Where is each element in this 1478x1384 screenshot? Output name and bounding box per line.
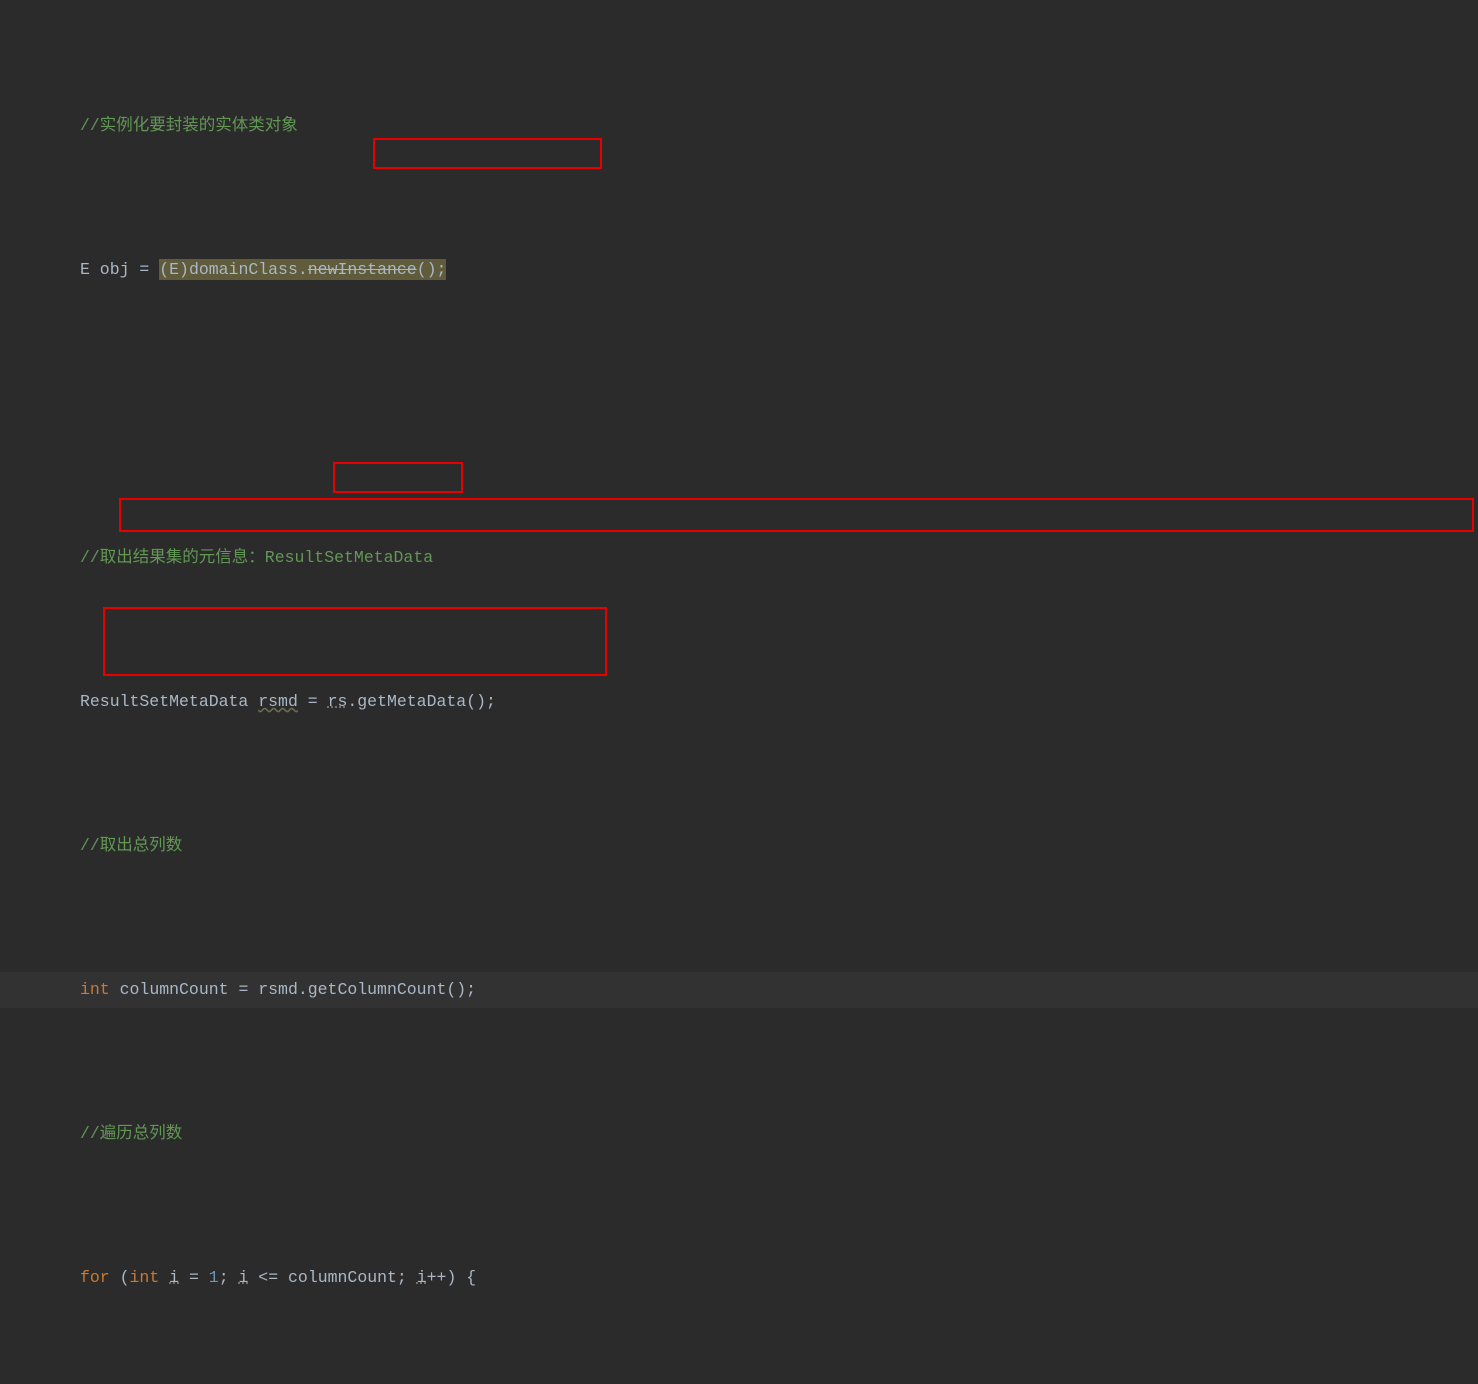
- code-line: //实例化要封装的实体类对象: [0, 108, 1478, 144]
- code-line: E obj = (E)domainClass.newInstance();: [0, 252, 1478, 288]
- code-text: .getMetaData();: [347, 692, 496, 711]
- variable: rs: [328, 692, 348, 711]
- code-text: E obj =: [80, 260, 159, 279]
- keyword: for: [80, 1268, 110, 1287]
- number-literal: 1: [209, 1268, 219, 1287]
- code-text: =: [179, 1268, 209, 1287]
- code-text: domainClass.: [189, 260, 308, 279]
- code-line-current: int columnCount = rsmd.getColumnCount();: [0, 972, 1478, 1008]
- selection-highlight: (E)domainClass.newInstance();: [159, 259, 446, 280]
- code-line: //取出总列数: [0, 828, 1478, 864]
- comment: //取出总列数: [80, 836, 182, 855]
- variable: i: [417, 1268, 427, 1287]
- comment: //遍历总列数: [80, 1124, 182, 1143]
- variable: i: [239, 1268, 249, 1287]
- code-editor[interactable]: //实例化要封装的实体类对象 E obj = (E)domainClass.ne…: [0, 0, 1478, 1384]
- code-text: =: [298, 692, 328, 711]
- code-text: (: [110, 1268, 130, 1287]
- code-line: //遍历总列数: [0, 1116, 1478, 1152]
- code-text: ++) {: [427, 1268, 477, 1287]
- code-text: ;: [219, 1268, 239, 1287]
- keyword: int: [80, 980, 110, 999]
- code-text: <= columnCount;: [248, 1268, 416, 1287]
- code-text: ResultSetMetaData: [80, 692, 258, 711]
- code-text: [159, 1268, 169, 1287]
- code-text: columnCount = rsmd.getColumnCount();: [110, 980, 476, 999]
- variable: rsmd: [258, 692, 298, 711]
- code-line: [0, 396, 1478, 432]
- variable: i: [169, 1268, 179, 1287]
- code-line: ResultSetMetaData rsmd = rs.getMetaData(…: [0, 684, 1478, 720]
- comment: //取出结果集的元信息：ResultSetMetaData: [80, 548, 433, 567]
- comment: //实例化要封装的实体类对象: [80, 116, 298, 135]
- code-text: (E): [159, 260, 189, 279]
- deprecated-method: newInstance: [308, 260, 417, 279]
- keyword: int: [130, 1268, 160, 1287]
- code-line: for (int i = 1; i <= columnCount; i++) {: [0, 1260, 1478, 1296]
- code-line: //取出结果集的元信息：ResultSetMetaData: [0, 540, 1478, 576]
- code-text: ();: [417, 260, 447, 279]
